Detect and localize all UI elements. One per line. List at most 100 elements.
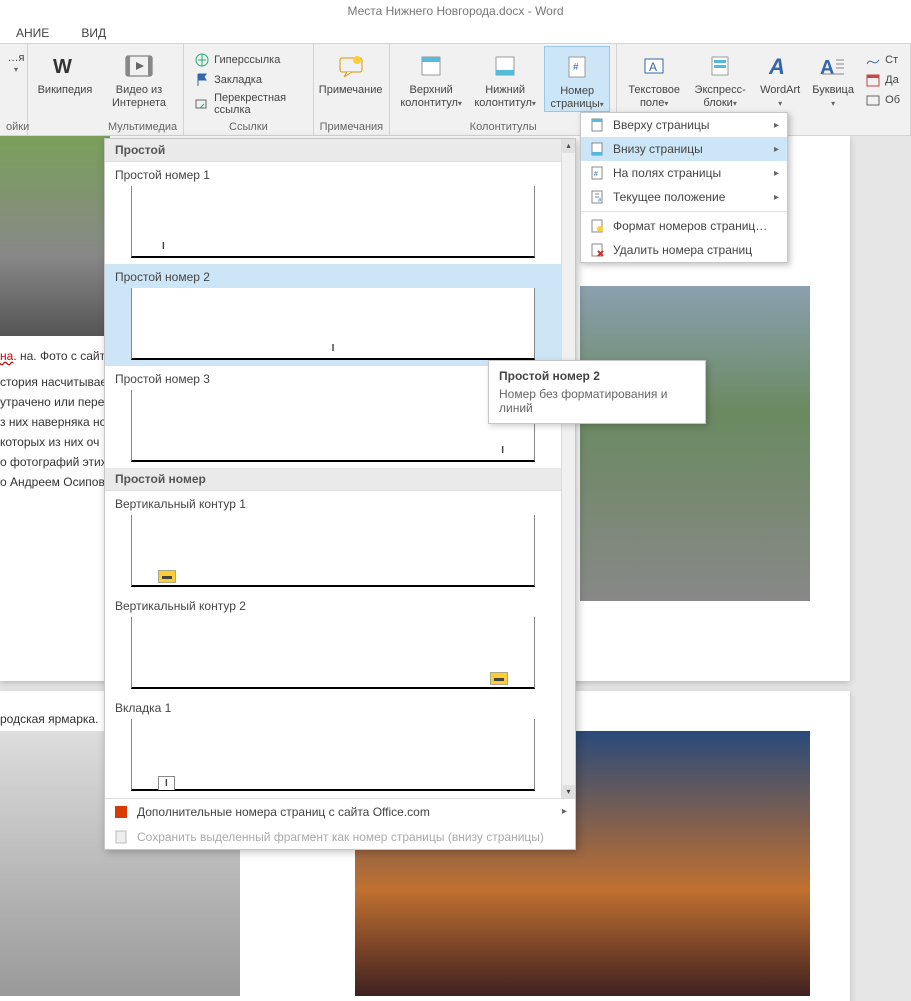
svg-text:W: W [53,56,72,77]
image-placeholder[interactable] [0,136,110,336]
gallery-item-vertical-2[interactable]: Вертикальный контур 2 ▬ [105,593,561,695]
chevron-down-icon: ▾ [778,99,782,108]
office-icon [111,804,131,820]
signature-icon [865,52,881,68]
gallery-item-vertical-1[interactable]: Вертикальный контур 1 ▬ [105,491,561,593]
scroll-up-button[interactable]: ▴ [562,139,575,153]
body-text: утрачено или перес [0,392,110,412]
page-top-icon [587,117,607,133]
gallery-item-simple-1[interactable]: Простой номер 1 I [105,162,561,264]
chevron-down-icon: ▾ [831,99,835,108]
crossref-icon [194,96,210,112]
group-edge: …я ▾ ойки [0,44,28,135]
signature-button[interactable]: Ст [861,50,904,70]
image-placeholder[interactable] [580,286,810,601]
comment-icon [335,50,367,82]
gallery-scrollbar[interactable]: ▴ ▾ [561,139,575,799]
footer-button[interactable]: Нижний колонтитул▾ [470,46,540,112]
tooltip-body: Номер без форматирования и линий [499,387,695,415]
page-margin-icon: # [587,165,607,181]
submenu-arrow-icon: ▸ [774,120,779,131]
menu-page-margins[interactable]: # На полях страницы ▸ [581,161,787,185]
gallery-preview: ▬ [131,515,535,587]
page-number-button[interactable]: # Номер страницы▾ [544,46,610,112]
menu-current-position[interactable]: # Текущее положение ▸ [581,185,787,209]
gallery-preview: ▬ [131,617,535,689]
page-number-menu: Вверху страницы ▸ Внизу страницы ▸ # На … [580,112,788,263]
body-text: о Андреем Осипов [0,472,105,492]
quick-parts-icon [704,50,736,82]
submenu-arrow-icon: ▸ [562,806,567,817]
chevron-down-icon: ▾ [458,99,462,108]
format-icon [587,218,607,234]
comment-button[interactable]: Примечание [320,46,382,97]
submenu-arrow-icon: ▸ [774,144,779,155]
ribbon-tabs: АНИЕ ВИД [0,22,911,44]
body-text: з них наверняка но [0,412,106,432]
crossref-button[interactable]: Перекрестная ссылка [190,90,306,118]
gallery-preview: I [131,390,535,462]
menu-separator [581,211,787,212]
flag-icon [194,72,210,88]
chevron-down-icon: ▾ [532,99,536,108]
page-number-icon: # [561,51,593,83]
textbox-button[interactable]: A Текстовое поле▾ [623,46,685,110]
chevron-down-icon: ▾ [733,99,737,108]
body-text: которых из них оч [0,432,99,452]
svg-text:A: A [820,57,834,78]
textbox-icon: A [638,50,670,82]
submenu-arrow-icon: ▸ [774,192,779,203]
globe-link-icon [194,52,210,68]
gallery-footer: Дополнительные номера страниц с сайта Of… [105,798,575,849]
datetime-button[interactable]: Да [861,70,904,90]
save-fragment-icon [111,829,131,845]
page-bottom-icon [587,141,607,157]
chevron-down-icon: ▾ [664,99,668,108]
caption-text: родская ярмарка. [0,709,98,729]
group-links: Гиперссылка Закладка Перекрестная ссылка… [184,44,313,135]
group-comments: Примечание Примечания [314,44,391,135]
menu-remove-numbers[interactable]: Удалить номера страниц [581,238,787,262]
window-title: Места Нижнего Новгорода.docx - Word [347,4,563,18]
dropcap-button[interactable]: A Буквица▾ [809,46,857,110]
wikipedia-icon: W [49,50,81,82]
svg-text:#: # [594,171,598,178]
page-number-gallery: Простой Простой номер 1 I Простой номер … [104,138,576,850]
save-selection-button: Сохранить выделенный фрагмент как номер … [105,824,575,849]
menu-top-of-page[interactable]: Вверху страницы ▸ [581,113,787,137]
menu-bottom-of-page[interactable]: Внизу страницы ▸ [581,137,787,161]
tab-partial[interactable]: АНИЕ [0,22,65,43]
video-icon [123,50,155,82]
wikipedia-button[interactable]: W Википедия [34,46,96,97]
tab-view[interactable]: ВИД [65,22,122,43]
scroll-down-button[interactable]: ▾ [562,785,575,799]
gallery-item-simple-2[interactable]: Простой номер 2 I [105,264,561,366]
more-from-office-button[interactable]: Дополнительные номера страниц с сайта Of… [105,799,575,824]
body-text: стория насчитывает [0,372,112,392]
hyperlink-button[interactable]: Гиперссылка [190,50,306,70]
submenu-arrow-icon: ▸ [774,168,779,179]
bookmark-button[interactable]: Закладка [190,70,306,90]
gallery-section-header: Простой [105,139,561,162]
body-text: о фотографий этих [0,452,107,472]
online-video-button[interactable]: Видео из Интернета [108,46,170,110]
calendar-icon [865,72,881,88]
footer-icon [489,50,521,82]
wordart-button[interactable]: A WordArt▾ [755,46,805,110]
gallery-preview: I [131,288,535,360]
quick-parts-button[interactable]: Экспресс- блоки▾ [689,46,751,110]
group-wiki: W Википедия [28,44,102,135]
svg-text:A: A [768,54,785,78]
gallery-preview: I [131,719,535,791]
header-button[interactable]: Верхний колонтитул▾ [396,46,466,112]
menu-format-numbers[interactable]: Формат номеров страниц… [581,214,787,238]
edge-button[interactable]: …я ▾ [6,46,26,74]
remove-icon [587,242,607,258]
object-button[interactable]: Об [861,90,904,110]
wordart-icon: A [764,50,796,82]
gallery-preview: I [131,186,535,258]
header-icon [415,50,447,82]
gallery-item-tab-1[interactable]: Вкладка 1 I [105,695,561,797]
tooltip-title: Простой номер 2 [499,369,695,383]
chevron-down-icon: ▾ [14,65,18,74]
